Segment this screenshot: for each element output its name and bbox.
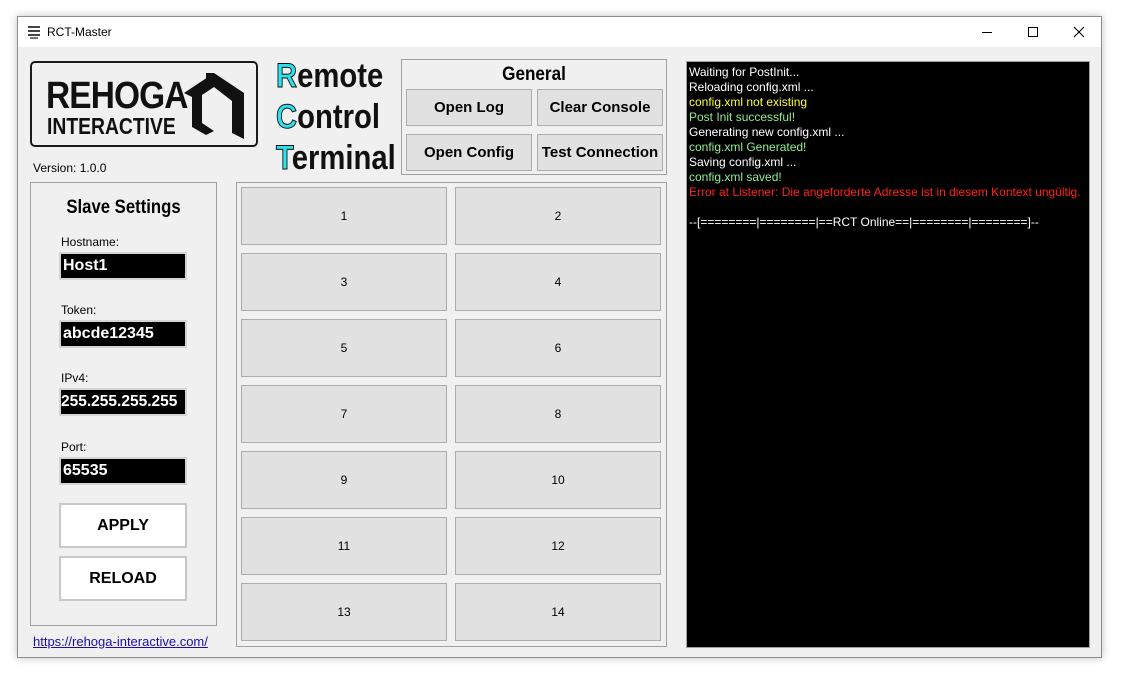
ipv4-input[interactable] xyxy=(59,388,187,416)
close-icon xyxy=(1073,26,1085,38)
slave-settings-title: Slave Settings xyxy=(66,197,181,218)
console-line: Post Init successful! xyxy=(689,110,796,124)
logo-house-icon xyxy=(184,73,244,139)
company-logo: REHOGA INTERACTIVE xyxy=(30,61,258,147)
reload-button[interactable]: RELOAD xyxy=(59,556,187,601)
token-input[interactable] xyxy=(59,320,187,348)
console-line: --[========|========|==RCT Online==|====… xyxy=(689,215,1039,229)
hostname-label: Hostname: xyxy=(61,235,120,249)
minimize-button[interactable] xyxy=(964,17,1010,47)
general-title: General xyxy=(502,64,566,85)
port-label: Port: xyxy=(61,440,87,454)
slot-button-3[interactable]: 3 xyxy=(241,253,447,311)
title-line-control: Control xyxy=(276,98,380,136)
console-line: Reloading config.xml ... xyxy=(689,80,814,94)
app-icon xyxy=(28,26,40,39)
close-button[interactable] xyxy=(1056,17,1102,47)
maximize-button[interactable] xyxy=(1010,17,1056,47)
website-link[interactable]: https://rehoga-interactive.com/ xyxy=(33,634,208,649)
window-title: RCT-Master xyxy=(47,25,112,39)
console-output[interactable]: Waiting for PostInit... Reloading config.… xyxy=(686,61,1090,648)
console-line: Waiting for PostInit... xyxy=(689,65,800,79)
slot-button-8[interactable]: 8 xyxy=(455,385,661,443)
slot-grid: 1 2 3 4 5 6 7 8 9 10 11 12 13 14 xyxy=(236,182,667,647)
console-line: Saving config.xml ... xyxy=(689,155,797,169)
clear-console-button[interactable]: Clear Console xyxy=(537,89,663,126)
console-line: config.xml Generated! xyxy=(689,140,807,154)
general-group: General Open Log Clear Console Open Conf… xyxy=(401,59,667,175)
slot-button-1[interactable]: 1 xyxy=(241,187,447,245)
logo-text-interactive: INTERACTIVE xyxy=(47,113,176,139)
slot-button-14[interactable]: 14 xyxy=(455,583,661,641)
slot-button-2[interactable]: 2 xyxy=(455,187,661,245)
slot-button-11[interactable]: 11 xyxy=(241,517,447,575)
test-connection-button[interactable]: Test Connection xyxy=(537,134,663,171)
open-config-button[interactable]: Open Config xyxy=(406,134,532,171)
slave-settings-group: Slave Settings Hostname: Token: IPv4: Po… xyxy=(30,182,217,626)
ipv4-label: IPv4: xyxy=(61,371,89,385)
slot-button-12[interactable]: 12 xyxy=(455,517,661,575)
slot-button-13[interactable]: 13 xyxy=(241,583,447,641)
slot-button-10[interactable]: 10 xyxy=(455,451,661,509)
console-line: Error at Listener: Die angeforderte Adre… xyxy=(689,185,1081,199)
version-label: Version: 1.0.0 xyxy=(33,161,107,175)
title-line-remote: Remote xyxy=(276,57,384,95)
console-line: config.xml saved! xyxy=(689,170,782,184)
open-log-button[interactable]: Open Log xyxy=(406,89,532,126)
title-bar[interactable]: RCT-Master xyxy=(18,17,1101,47)
port-input[interactable] xyxy=(59,457,187,485)
minimize-icon xyxy=(982,32,992,33)
app-window: RCT-Master REHOGA INTERACTIVE Remote Con… xyxy=(17,16,1102,658)
slot-button-7[interactable]: 7 xyxy=(241,385,447,443)
console-line: config.xml not existing xyxy=(689,95,808,109)
console-line: Generating new config.xml ... xyxy=(689,125,845,139)
hostname-input[interactable] xyxy=(59,252,187,280)
slot-button-6[interactable]: 6 xyxy=(455,319,661,377)
token-label: Token: xyxy=(61,303,97,317)
apply-button[interactable]: APPLY xyxy=(59,503,187,548)
title-line-terminal: Terminal xyxy=(276,139,396,177)
slot-button-5[interactable]: 5 xyxy=(241,319,447,377)
slot-button-4[interactable]: 4 xyxy=(455,253,661,311)
maximize-icon xyxy=(1028,27,1038,37)
slot-button-9[interactable]: 9 xyxy=(241,451,447,509)
logo-text-rehoga: REHOGA xyxy=(46,75,188,117)
